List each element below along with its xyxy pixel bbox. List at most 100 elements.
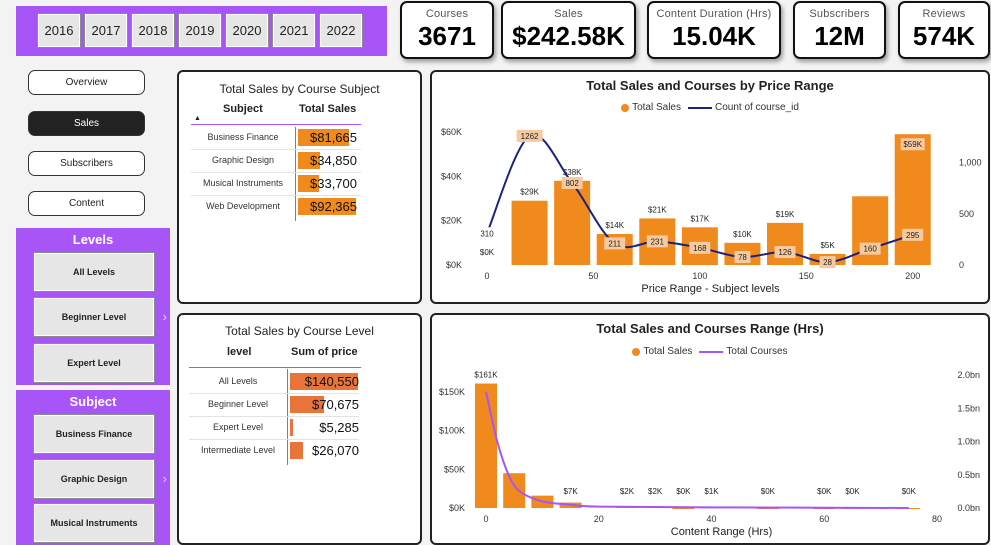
level-table-title: Total Sales by Course Level [225, 324, 374, 338]
column-divider [287, 369, 288, 465]
chevron-right-icon[interactable]: › [163, 471, 167, 486]
bar-data-label: $0K [902, 487, 917, 496]
sort-asc-icon[interactable]: ▲ [194, 115, 201, 122]
level-option-expert[interactable]: Expert Level [33, 343, 155, 383]
table-row-label[interactable]: All Levels [189, 376, 287, 386]
table-row-label[interactable]: Musical Instruments [191, 178, 295, 188]
bar-data-label: $17K [691, 214, 710, 223]
x-axis-tick-label: 0 [483, 514, 488, 524]
year-2020-button[interactable]: 2020 [225, 13, 269, 48]
y-axis-tick-label: $50K [444, 464, 465, 474]
table-row-value: $33,700 [310, 176, 357, 191]
kpi-subscribers-label: Subscribers [809, 8, 870, 20]
line-data-label: 231 [651, 237, 665, 246]
subject-sales-table-card: Total Sales by Course Subject Subject To… [177, 70, 422, 304]
row-divider [191, 149, 361, 150]
kpi-sales-label: Sales [554, 8, 583, 20]
level-option-all[interactable]: All Levels [33, 252, 155, 292]
nav-overview-button[interactable]: Overview [28, 70, 145, 95]
chart-bar [767, 222, 803, 265]
y2-axis-tick-label: 500 [959, 209, 974, 219]
chart-bar [554, 180, 591, 265]
table-row-value: $92,365 [310, 199, 357, 214]
subject-column-header[interactable]: Subject [223, 103, 263, 115]
row-divider [189, 416, 359, 417]
y2-axis-tick-label: 0 [959, 260, 964, 270]
sum-of-price-column-header[interactable]: Sum of price [291, 346, 358, 358]
bar-data-label: $2K [620, 487, 635, 496]
y-axis-tick-label: $0K [449, 503, 465, 513]
table-row-label[interactable]: Expert Level [189, 422, 287, 432]
content-range-chart: $0K $50K $100K $150K 0.0bn 0.5bn 1.0bn 1.5bn 2.0… [439, 370, 980, 538]
nav-sales-button[interactable]: Sales [28, 111, 145, 136]
line-data-label: 1262 [521, 132, 539, 141]
chart-bar [852, 196, 889, 265]
kpi-courses-card: Courses 3671 [400, 1, 494, 59]
row-divider [189, 439, 359, 440]
bar-data-label: $161K [474, 371, 498, 380]
nav-subscribers-button[interactable]: Subscribers [28, 151, 145, 176]
table-row-value: $5,285 [319, 420, 359, 435]
subject-option-musical-instruments[interactable]: Musical Instruments [33, 503, 155, 543]
bar-data-label: $5K [820, 241, 835, 250]
x-axis-tick-label: 80 [932, 514, 942, 524]
bar-data-label: $19K [776, 210, 795, 219]
x-axis-tick-label: 20 [594, 514, 604, 524]
table-row-value: $70,675 [312, 397, 359, 412]
year-2021-button[interactable]: 2021 [272, 13, 316, 48]
year-slicer: 2016 2017 2018 2019 2020 2021 2022 [16, 6, 387, 56]
line-data-label: 310 [480, 229, 494, 238]
line-data-label: 28 [823, 258, 832, 267]
table-data-bar [290, 419, 293, 436]
level-sales-table-card: Total Sales by Course Level level Sum of… [177, 313, 422, 545]
kpi-courses-label: Courses [425, 8, 469, 20]
row-divider [191, 172, 361, 173]
y-axis-tick-label: $20K [441, 216, 462, 226]
nav-content-button[interactable]: Content [28, 191, 145, 216]
kpi-reviews-label: Reviews [922, 8, 966, 20]
line-data-label: 78 [738, 253, 747, 262]
bar-data-label: $0K [817, 487, 832, 496]
kpi-subscribers-value: 12M [814, 21, 865, 51]
level-option-beginner[interactable]: Beginner Level [33, 297, 155, 337]
year-2022-button[interactable]: 2022 [319, 13, 363, 48]
table-row-label[interactable]: Web Development [191, 201, 295, 211]
bar-data-label: $0K [676, 487, 691, 496]
level-column-header[interactable]: level [227, 346, 251, 358]
bar-data-label: $29K [520, 188, 539, 197]
chevron-right-icon[interactable]: › [163, 309, 167, 324]
table-data-bar [290, 442, 303, 459]
table-row-value: $26,070 [312, 443, 359, 458]
line-data-label: 295 [906, 231, 920, 240]
table-row-label[interactable]: Intermediate Level [189, 445, 287, 455]
x-axis-tick-label: 50 [588, 271, 598, 281]
y2-axis-tick-label: 1.5bn [957, 403, 980, 413]
subject-option-graphic-design[interactable]: Graphic Design [33, 459, 155, 499]
y-axis-tick-label: $150K [439, 387, 465, 397]
kpi-reviews-card: Reviews 574K [898, 1, 990, 59]
bar-data-label: $7K [563, 487, 578, 496]
bar-data-label: $59K [903, 140, 922, 149]
chart-bar [475, 383, 497, 508]
line-data-label: 802 [565, 179, 579, 188]
year-2016-button[interactable]: 2016 [37, 13, 81, 48]
year-2018-button[interactable]: 2018 [131, 13, 175, 48]
table-row-label[interactable]: Beginner Level [189, 399, 287, 409]
x-axis-tick-label: 200 [905, 271, 920, 281]
total-sales-column-header[interactable]: Total Sales [299, 103, 356, 115]
line-data-label: 160 [863, 245, 877, 254]
year-2017-button[interactable]: 2017 [84, 13, 128, 48]
subject-option-business-finance[interactable]: Business Finance [33, 414, 155, 454]
line-data-label: 168 [693, 244, 707, 253]
row-divider [189, 393, 359, 394]
kpi-content-duration-value: 15.04K [672, 21, 756, 51]
y2-axis-tick-label: 0.5bn [957, 470, 980, 480]
table-row-label[interactable]: Graphic Design [191, 155, 295, 165]
bar-data-label: $2K [648, 487, 663, 496]
subject-slicer: Subject Business Finance Graphic Design … [16, 390, 170, 545]
year-2019-button[interactable]: 2019 [178, 13, 222, 48]
table-row-value: $81,665 [310, 130, 357, 145]
table-row-label[interactable]: Business Finance [191, 132, 295, 142]
y-axis-tick-label: $0K [446, 260, 462, 270]
kpi-sales-card: Sales $242.58K [501, 1, 636, 59]
